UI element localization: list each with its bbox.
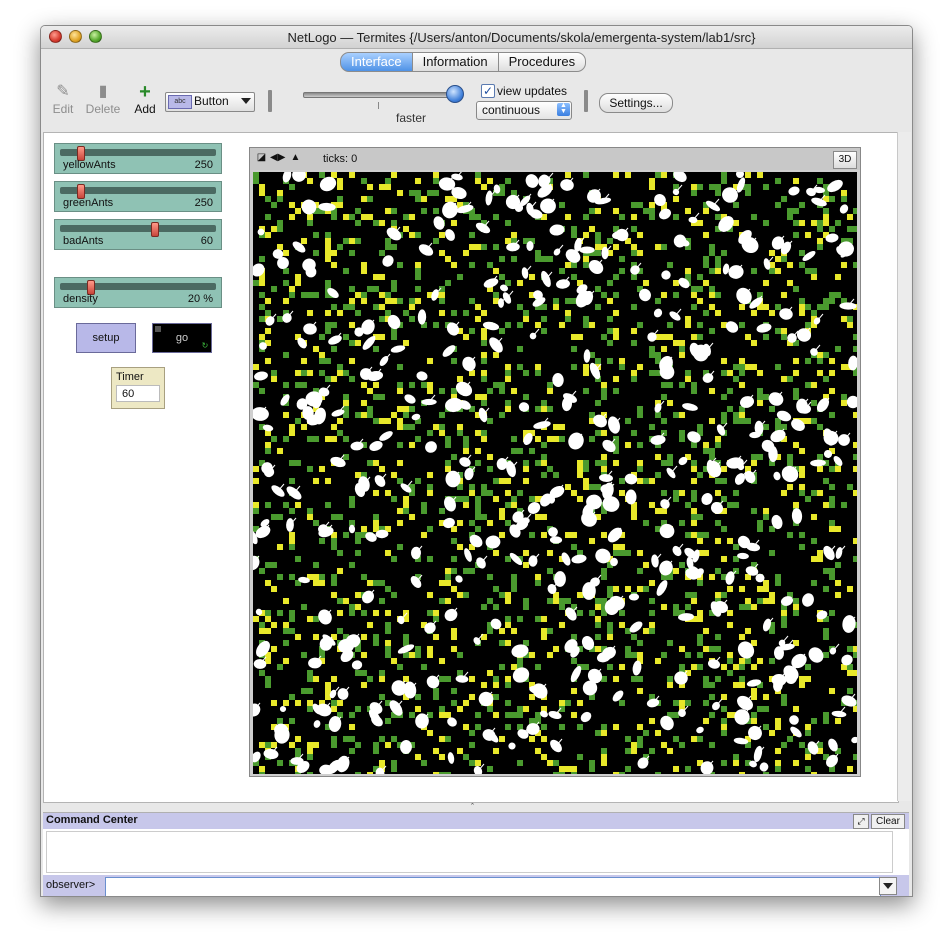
- slider-badants[interactable]: badAnts 60: [54, 219, 222, 250]
- observer-prompt: observer>: [46, 879, 96, 891]
- tab-interface[interactable]: Interface: [340, 52, 413, 72]
- pane-divider-handle[interactable]: ˆ: [471, 802, 474, 812]
- settings-button[interactable]: Settings...: [599, 93, 673, 113]
- slider-name: greenAnts: [63, 197, 114, 209]
- slider-name: yellowAnts: [63, 159, 116, 171]
- command-input-row: observer>: [43, 875, 909, 896]
- view-size-icon[interactable]: ◪: [256, 152, 267, 164]
- toolbar-separator: [268, 90, 272, 112]
- slider-track: [60, 225, 216, 232]
- slider-name: density: [63, 293, 98, 305]
- widget-type-dropdown[interactable]: abc Button: [165, 92, 255, 112]
- expand-icon[interactable]: ⤢: [853, 814, 869, 829]
- slider-track: [60, 283, 216, 290]
- slider-value: 250: [194, 197, 213, 209]
- widget-type-value: Button: [194, 94, 229, 108]
- edit-label: Edit: [52, 102, 74, 116]
- view-control-strip: ◪ ◀▶ ▲ ticks: 0 3D: [250, 148, 860, 170]
- ticks-counter: ticks: 0: [323, 153, 358, 165]
- command-input[interactable]: [105, 877, 881, 896]
- slider-value: 250: [194, 159, 213, 171]
- minimize-window-button[interactable]: [69, 30, 82, 43]
- slider-knob[interactable]: [151, 222, 159, 237]
- vertical-resize-icon[interactable]: ▲: [290, 152, 301, 164]
- setup-button[interactable]: setup: [76, 323, 136, 353]
- horizontal-resize-icon[interactable]: ◀▶: [270, 152, 285, 164]
- interface-scrollbar[interactable]: [897, 132, 911, 801]
- tab-procedures[interactable]: Procedures: [497, 52, 587, 72]
- zoom-window-button[interactable]: [89, 30, 102, 43]
- speed-label: faster: [396, 111, 427, 125]
- command-center-title: Command Center: [46, 814, 138, 826]
- title-bar: NetLogo — Termites {/Users/anton/Documen…: [41, 26, 912, 49]
- slider-name: badAnts: [63, 235, 104, 247]
- action-key-icon: [155, 326, 161, 332]
- close-window-button[interactable]: [49, 30, 62, 43]
- tab-information[interactable]: Information: [411, 52, 499, 72]
- interface-toolbar: ✎ Edit ▮ Delete + Add abc Button faster …: [41, 74, 912, 132]
- command-center: Command Center ⤢ Clear observer>: [43, 812, 909, 896]
- plus-icon: +: [139, 81, 151, 103]
- view-updates-label: view updates: [497, 84, 568, 98]
- edit-button[interactable]: ✎ Edit: [43, 82, 83, 116]
- slider-value: 20 %: [187, 293, 213, 305]
- toolbar-separator: [584, 90, 588, 112]
- termite-world-canvas[interactable]: [253, 172, 857, 774]
- go-label: go: [175, 332, 189, 344]
- slider-yellowants[interactable]: yellowAnts 250: [54, 143, 222, 174]
- go-button[interactable]: go ↻: [152, 323, 212, 353]
- speed-slider-knob[interactable]: [446, 85, 464, 103]
- command-output-area[interactable]: [46, 831, 893, 873]
- view-updates-checkbox[interactable]: ✓: [481, 84, 495, 98]
- main-tabs: Interface Information Procedures: [340, 52, 587, 72]
- command-center-header: Command Center ⤢ Clear: [43, 813, 909, 829]
- timer-monitor[interactable]: Timer 60: [111, 367, 165, 409]
- up-down-arrows-icon: ▲ ▼: [557, 102, 570, 116]
- monitor-name: Timer: [116, 371, 144, 383]
- speed-slider-center-tick: [378, 102, 379, 109]
- slider-density[interactable]: density 20 %: [54, 277, 222, 308]
- update-mode-value: continuous: [482, 103, 541, 117]
- 3d-view-button[interactable]: 3D: [833, 151, 857, 169]
- add-button[interactable]: + Add: [125, 82, 165, 116]
- pencil-icon: ✎: [56, 83, 70, 100]
- slider-greenants[interactable]: greenAnts 250: [54, 181, 222, 212]
- update-mode-select[interactable]: continuous ▲ ▼: [476, 101, 572, 120]
- netlogo-window: NetLogo — Termites {/Users/anton/Documen…: [40, 25, 913, 897]
- command-history-dropdown[interactable]: [879, 877, 897, 895]
- monitor-value: 60: [116, 385, 160, 402]
- forever-loop-icon: ↻: [201, 341, 209, 350]
- chevron-down-icon: [241, 98, 251, 104]
- add-label: Add: [134, 102, 156, 116]
- checkmark-icon: ✓: [482, 84, 494, 98]
- interface-canvas: yellowAnts 250 greenAnts 250 badAnts 60 …: [43, 132, 899, 803]
- slider-value: 60: [200, 235, 213, 247]
- delete-label: Delete: [85, 102, 121, 116]
- window-title: NetLogo — Termites {/Users/anton/Documen…: [287, 30, 756, 45]
- speed-slider[interactable]: [303, 92, 455, 98]
- world-view[interactable]: ◪ ◀▶ ▲ ticks: 0 3D: [249, 147, 861, 777]
- trash-icon: ▮: [98, 83, 108, 100]
- button-widget-icon: abc: [168, 95, 192, 109]
- delete-button[interactable]: ▮ Delete: [83, 82, 123, 116]
- clear-button[interactable]: Clear: [871, 814, 905, 829]
